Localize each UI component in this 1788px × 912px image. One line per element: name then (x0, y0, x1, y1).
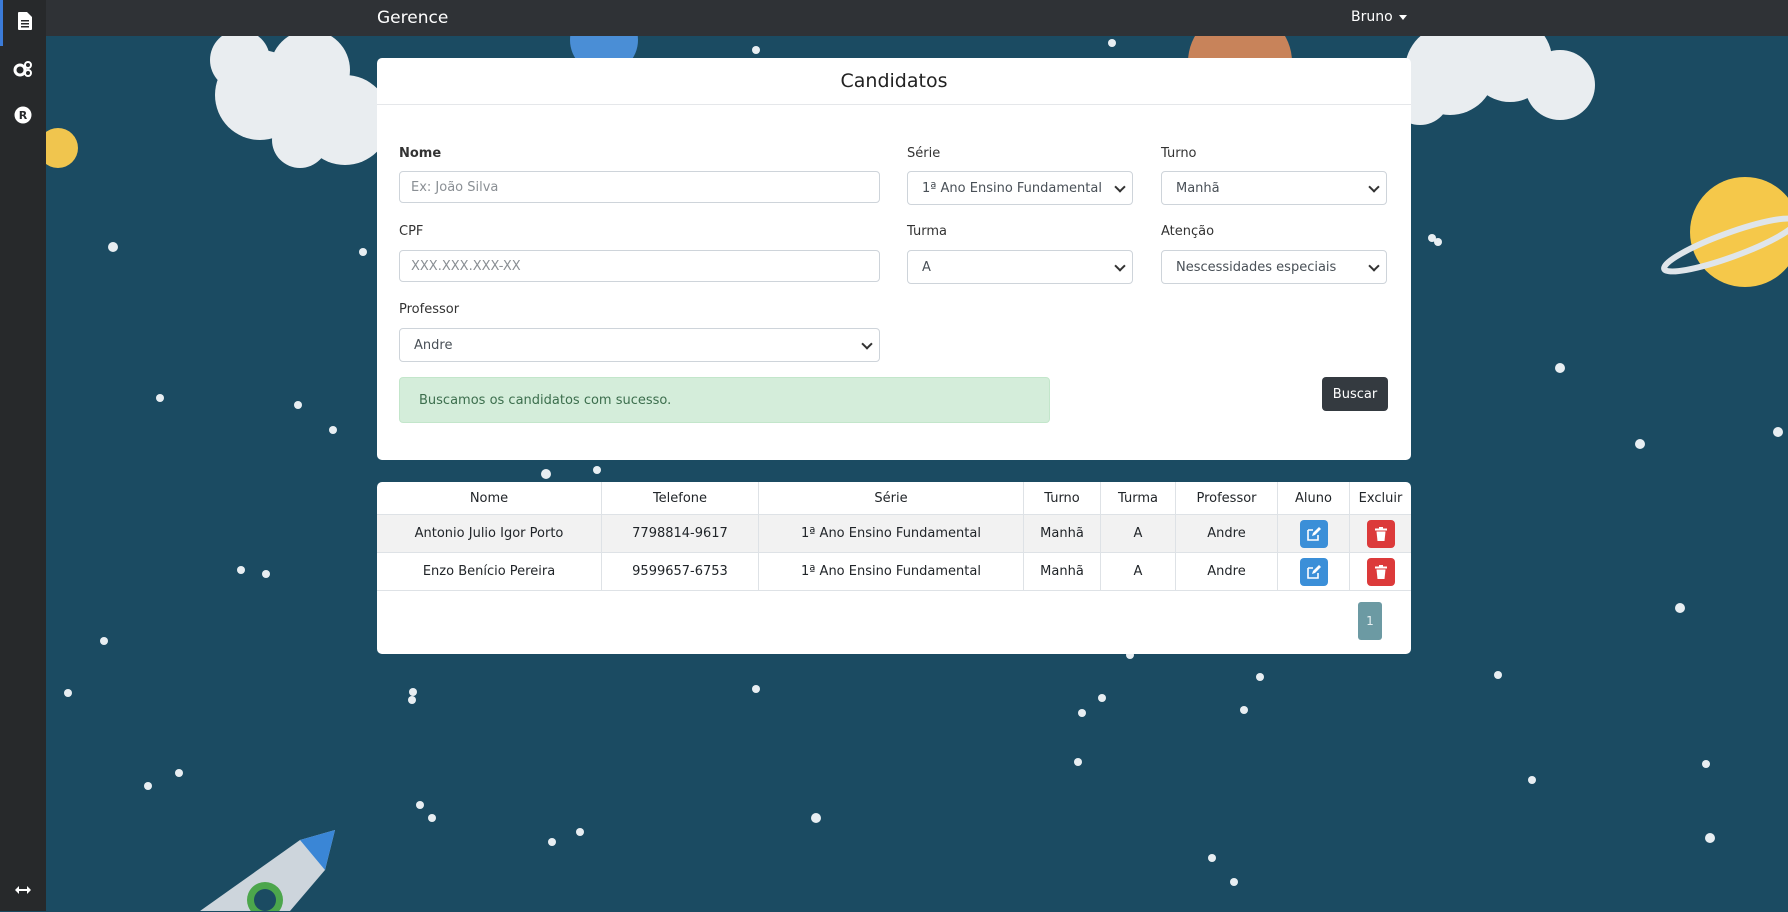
cell-turno: Manhã (1023, 514, 1101, 553)
cell-excluir (1349, 552, 1411, 591)
table-row: Enzo Benício Pereira 9599657-6753 1ª Ano… (377, 552, 1411, 591)
page-title: Candidatos (840, 70, 948, 92)
cpf-input[interactable] (399, 250, 880, 282)
table-header-row: Nome Telefone Série Turno Turma Professo… (377, 482, 1411, 515)
cell-professor: Andre (1175, 552, 1278, 591)
cell-nome: Enzo Benício Pereira (377, 552, 602, 591)
pagination-page-button[interactable]: 1 (1358, 602, 1382, 640)
left-sidebar: R (0, 0, 46, 911)
delete-button[interactable] (1366, 557, 1395, 586)
cell-turno: Manhã (1023, 552, 1101, 591)
turno-select-value: Manhã (1176, 180, 1220, 196)
card-header: Candidatos (377, 58, 1411, 105)
user-name: Bruno (1351, 9, 1393, 25)
sidebar-item-settings[interactable] (0, 48, 46, 94)
column-header: Excluir (1349, 482, 1411, 515)
candidates-table: Nome Telefone Série Turno Turma Professo… (377, 482, 1411, 591)
cell-aluno (1277, 552, 1350, 591)
professor-select[interactable]: Andre (399, 328, 880, 362)
search-card: Candidatos Nome Série 1ª Ano Ensino Fund… (377, 58, 1411, 460)
serie-label: Série (907, 146, 941, 161)
user-menu[interactable]: Bruno (1351, 9, 1407, 25)
cell-aluno (1277, 514, 1350, 553)
turma-select-value: A (922, 259, 931, 275)
svg-text:R: R (19, 109, 28, 122)
cell-telefone: 9599657-6753 (601, 552, 759, 591)
professor-select-value: Andre (414, 337, 453, 353)
atencao-label: Atenção (1161, 224, 1215, 239)
arrows-horizontal-icon (15, 880, 31, 899)
gears-icon (13, 61, 33, 81)
document-icon (17, 12, 32, 34)
nome-label: Nome (399, 146, 442, 161)
column-header: Série (758, 482, 1024, 515)
edit-icon (1306, 526, 1321, 541)
cell-excluir (1349, 514, 1411, 553)
results-card: Nome Telefone Série Turno Turma Professo… (377, 482, 1411, 654)
success-alert: Buscamos os candidatos com sucesso. (399, 377, 1050, 423)
professor-label: Professor (399, 302, 460, 317)
cell-professor: Andre (1175, 514, 1278, 553)
chevron-down-icon (1114, 181, 1126, 193)
caret-down-icon (1398, 14, 1407, 20)
atencao-select-value: Nescessidades especiais (1176, 259, 1337, 275)
chevron-down-icon (1368, 181, 1380, 193)
edit-button[interactable] (1299, 519, 1328, 548)
cpf-label: CPF (399, 224, 424, 239)
sidebar-toggle-button[interactable] (0, 866, 46, 912)
sidebar-item-documents[interactable] (0, 0, 46, 46)
top-navbar: Gerence Bruno (46, 0, 1788, 36)
turno-select[interactable]: Manhã (1161, 171, 1387, 205)
turma-select[interactable]: A (907, 250, 1133, 284)
column-header: Aluno (1277, 482, 1350, 515)
atencao-select[interactable]: Nescessidades especiais (1161, 250, 1387, 284)
column-header: Turno (1023, 482, 1101, 515)
column-header: Nome (377, 482, 602, 515)
cell-serie: 1ª Ano Ensino Fundamental (758, 514, 1024, 553)
serie-select[interactable]: 1ª Ano Ensino Fundamental (907, 171, 1133, 205)
chevron-down-icon (861, 338, 873, 350)
cell-turma: A (1100, 514, 1176, 553)
column-header: Professor (1175, 482, 1278, 515)
turno-label: Turno (1161, 146, 1197, 161)
trash-icon (1374, 526, 1387, 541)
search-button[interactable]: Buscar (1322, 377, 1388, 411)
sidebar-item-registered[interactable]: R (0, 94, 46, 140)
delete-button[interactable] (1366, 519, 1395, 548)
chevron-down-icon (1368, 260, 1380, 272)
column-header: Turma (1100, 482, 1176, 515)
edit-button[interactable] (1299, 557, 1328, 586)
column-header: Telefone (601, 482, 759, 515)
cell-serie: 1ª Ano Ensino Fundamental (758, 552, 1024, 591)
cell-telefone: 7798814-9617 (601, 514, 759, 553)
trash-icon (1374, 564, 1387, 579)
chevron-down-icon (1114, 260, 1126, 272)
nome-input[interactable] (399, 171, 880, 203)
serie-select-value: 1ª Ano Ensino Fundamental (922, 180, 1102, 196)
turma-label: Turma (907, 224, 947, 239)
brand-title[interactable]: Gerence (377, 8, 448, 28)
table-row: Antonio Julio Igor Porto 7798814-9617 1ª… (377, 514, 1411, 553)
registered-icon: R (14, 106, 32, 128)
cell-turma: A (1100, 552, 1176, 591)
edit-icon (1306, 564, 1321, 579)
cell-nome: Antonio Julio Igor Porto (377, 514, 602, 553)
